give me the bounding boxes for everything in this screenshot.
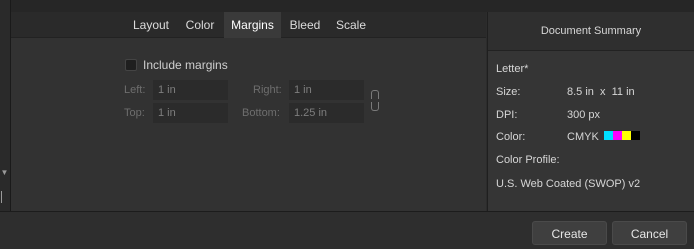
summary-color-value: CMYK [567, 131, 599, 143]
summary-profile-value: U.S. Web Coated (SWOP) v2 [496, 178, 641, 190]
bottom-margin-label: Bottom: [242, 107, 280, 119]
right-margin-field[interactable]: 1 in [289, 80, 364, 100]
left-margin-field[interactable]: 1 in [153, 80, 228, 100]
magenta-swatch-icon [613, 131, 622, 140]
black-swatch-icon [631, 131, 640, 140]
left-margin-label: Left: [124, 84, 146, 96]
tab-scale[interactable]: Scale [330, 12, 372, 38]
summary-dpi-value: 300 px [567, 109, 601, 121]
scroll-down-arrow-icon[interactable]: ▼ [0, 168, 9, 177]
right-margin-label: Right: [253, 84, 282, 96]
create-button[interactable]: Create [532, 221, 607, 245]
summary-preset: Letter* [496, 63, 529, 75]
include-margins-label[interactable]: Include margins [143, 57, 228, 73]
window-top-strip [0, 0, 694, 12]
link-margins-icon[interactable] [371, 90, 379, 112]
summary-dpi-label: DPI: [496, 109, 518, 121]
top-margin-field[interactable]: 1 in [153, 103, 228, 123]
summary-size-value: 8.5 in x 11 in [567, 86, 635, 98]
cyan-swatch-icon [604, 131, 613, 140]
summary-profile-label: Color Profile: [496, 154, 560, 166]
include-margins-checkbox[interactable] [125, 59, 137, 71]
summary-color-label: Color: [496, 131, 526, 143]
tab-color[interactable]: Color [179, 12, 221, 38]
tab-layout[interactable]: Layout [127, 12, 175, 38]
preset-list-panel [0, 0, 11, 211]
yellow-swatch-icon [622, 131, 631, 140]
cancel-button[interactable]: Cancel [612, 221, 687, 245]
bottom-margin-field[interactable]: 1.25 in [289, 103, 364, 123]
top-margin-label: Top: [124, 107, 145, 119]
tab-bleed[interactable]: Bleed [284, 12, 326, 38]
document-summary-title: Document Summary [488, 12, 694, 51]
scrollbar-thumb[interactable] [1, 191, 7, 203]
summary-size-label: Size: [496, 86, 521, 98]
tab-margins[interactable]: Margins [224, 12, 281, 38]
